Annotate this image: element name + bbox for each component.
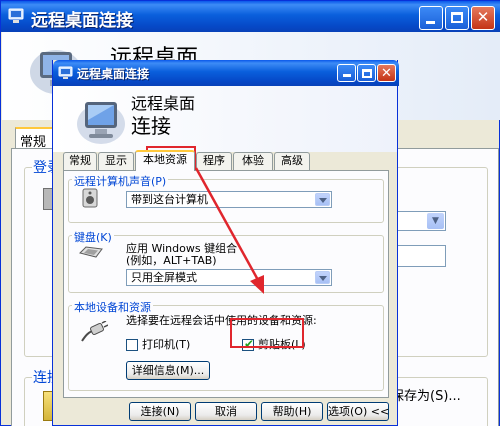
back-minimize-button[interactable] — [419, 6, 443, 30]
tab-programs[interactable]: 程序 — [196, 152, 232, 170]
dialog-minimize-button[interactable] — [337, 64, 356, 82]
dialog-titlebar[interactable]: 远程桌面连接 ✕ — [53, 60, 399, 86]
remote-desktop-icon — [58, 66, 73, 79]
keyboard-group-label: 键盘(K) — [72, 229, 114, 245]
printer-checkbox[interactable] — [126, 339, 138, 351]
monitor-icon — [77, 102, 125, 144]
printer-label[interactable]: 打印机(T) — [142, 339, 190, 351]
cancel-button[interactable]: 取消 — [195, 402, 257, 421]
close-icon: ✕ — [381, 66, 392, 81]
keyboard-dropdown[interactable]: 只用全屏模式 — [126, 269, 332, 286]
close-icon: ✕ — [476, 8, 490, 26]
dialog-banner-line2: 连接 — [131, 114, 171, 138]
minimize-icon — [426, 21, 435, 24]
tab-advanced[interactable]: 高级 — [274, 152, 310, 170]
back-window-title: 远程桌面连接 — [31, 11, 133, 31]
tab-experience[interactable]: 体验 — [233, 152, 273, 170]
details-button[interactable]: 详细信息(M)... — [126, 361, 210, 380]
sound-dropdown[interactable]: 带到这台计算机 — [126, 191, 332, 208]
keyboard-dropdown-value: 只用全屏模式 — [131, 271, 197, 284]
keyboard-icon — [79, 246, 103, 258]
dialog-banner: 远程桌面 连接 — [53, 86, 397, 152]
sound-dropdown-value: 带到这台计算机 — [131, 193, 208, 206]
dialog-close-button[interactable]: ✕ — [377, 64, 396, 82]
tab-display[interactable]: 显示 — [98, 152, 134, 170]
back-save-as-button[interactable]: 保存为(S)... — [387, 383, 467, 405]
back-maximize-button[interactable] — [445, 6, 469, 30]
back-tab-general[interactable]: 常规 — [15, 127, 57, 150]
clipboard-highlight — [230, 318, 304, 348]
local-resources-panel: 远程计算机声音(P) 带到这台计算机 键盘(K) 应用 Windows 键组合 … — [63, 170, 389, 398]
chevron-down-icon — [315, 193, 330, 206]
tab-local-resources[interactable]: 本地资源 — [135, 150, 195, 171]
help-button[interactable]: 帮助(H) — [261, 402, 323, 421]
back-window-titlebar[interactable]: 远程桌面连接 ✕ — [1, 1, 500, 32]
options-button[interactable]: 选项(O) << — [327, 402, 389, 421]
dialog-title: 远程桌面连接 — [77, 67, 150, 81]
tab-general[interactable]: 常规 — [63, 152, 97, 170]
options-dialog: 远程桌面连接 ✕ 远程桌面 连接 常规 显示 本地资源 程序 体验 高级 远程计… — [52, 60, 399, 426]
connect-button[interactable]: 连接(N) — [129, 402, 191, 421]
maximize-icon — [362, 69, 372, 78]
maximize-icon — [451, 12, 463, 23]
chevron-down-icon: ▼ — [427, 213, 444, 229]
dialog-maximize-button[interactable] — [357, 64, 376, 82]
devices-group-label: 本地设备和资源 — [72, 299, 153, 315]
minimize-icon — [343, 74, 351, 77]
chevron-down-icon — [315, 271, 330, 284]
remote-desktop-icon — [8, 8, 24, 23]
back-close-button[interactable]: ✕ — [471, 6, 495, 30]
plug-icon — [81, 321, 108, 342]
keyboard-description-line2: (例如，ALT+TAB) — [126, 254, 217, 267]
speaker-icon — [82, 188, 98, 208]
